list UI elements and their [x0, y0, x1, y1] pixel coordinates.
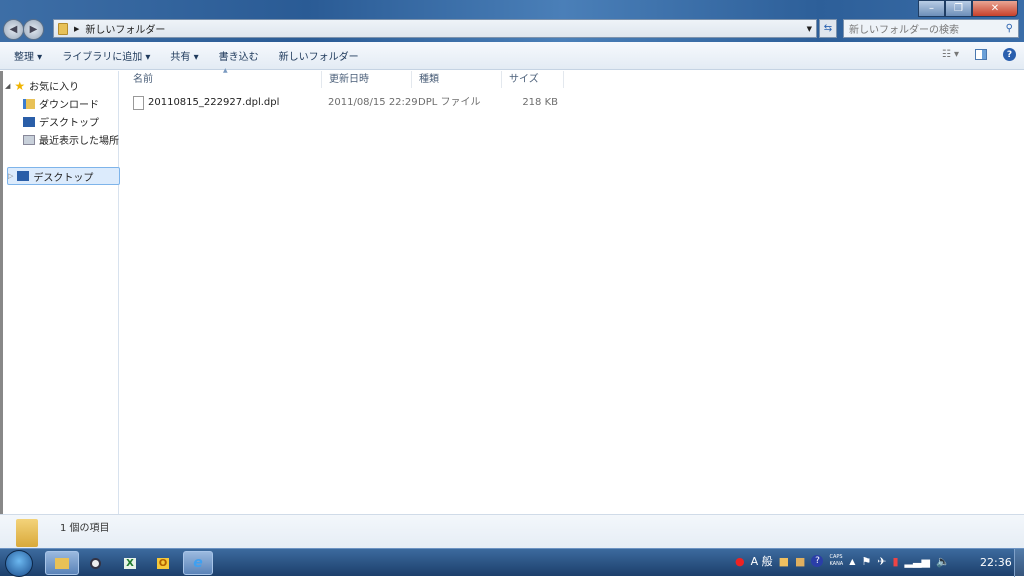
nav-label: デスクトップ — [33, 172, 94, 184]
ime-mode[interactable]: A 般 — [751, 553, 773, 569]
search-placeholder: 新しいフォルダーの検索 — [849, 25, 959, 36]
breadcrumb[interactable]: 新しいフォルダー — [85, 21, 165, 36]
burn-button[interactable]: 書き込む — [209, 48, 269, 63]
star-icon: ★ — [14, 78, 26, 93]
view-options-icon[interactable]: ☷ ▾ — [942, 49, 959, 60]
file-size: 218 KB — [522, 97, 558, 108]
file-list: ▲ 名前 更新日時 種類 サイズ 20110815_222927.dpl.dpl… — [120, 67, 1024, 514]
power-icon[interactable]: ▮ — [892, 555, 898, 568]
nav-label: ダウンロード — [39, 100, 99, 111]
title-bar: – ❐ ✕ ◀ ▶ ▶ 新しいフォルダー ▼ ⇆ 新しいフォルダーの検索 ⚲ — [0, 0, 1024, 42]
nav-label: デスクトップ — [39, 118, 99, 129]
details-pane: 1 個の項目 — [0, 514, 1024, 548]
network-signal-icon[interactable]: ▂▃▅ — [905, 555, 930, 568]
address-bar[interactable]: ▶ 新しいフォルダー ▼ — [53, 19, 817, 38]
navigation-pane: ◢ ★ お気に入り ダウンロード デスクトップ 最近表示した場所 ▷ デスクトップ — [0, 71, 120, 514]
search-icon: ⚲ — [1005, 23, 1013, 34]
volume-icon[interactable]: 🔈 — [936, 555, 950, 568]
file-name: 20110815_222927.dpl.dpl — [148, 97, 280, 108]
show-hidden-icons[interactable]: ▲ — [849, 557, 855, 566]
taskbar-excel[interactable]: X — [115, 551, 145, 575]
breadcrumb-chevron-icon: ▶ — [74, 24, 80, 33]
preview-pane-icon[interactable] — [975, 49, 987, 60]
nav-downloads[interactable]: ダウンロード — [23, 95, 99, 112]
taskbar-outlook[interactable]: O — [148, 551, 178, 575]
action-center-flag-icon[interactable]: ⚑ — [861, 555, 871, 568]
command-bar: 整理 ▾ ライブラリに追加 ▾ 共有 ▾ 書き込む 新しいフォルダー ☷ ▾ ? — [0, 42, 1024, 70]
forward-button[interactable]: ▶ — [23, 19, 44, 40]
nav-favorites[interactable]: ◢ ★ お気に入り — [5, 77, 79, 94]
folder-large-icon — [16, 519, 38, 547]
file-type: DPL ファイル — [418, 97, 481, 108]
start-button[interactable] — [5, 550, 33, 577]
show-desktop-button[interactable] — [1014, 549, 1024, 577]
taskbar-app[interactable] — [80, 551, 110, 575]
share-button[interactable]: 共有 ▾ — [160, 48, 208, 63]
ime-tools-icon[interactable]: ■ — [779, 555, 789, 568]
clock[interactable]: 22:36 — [980, 556, 1012, 569]
desktop-icon — [23, 116, 35, 127]
taskbar-ie[interactable]: e — [183, 551, 213, 575]
satellite-icon[interactable]: ✈ — [877, 555, 886, 568]
minimize-button[interactable]: – — [918, 0, 945, 17]
ime-help-icon[interactable]: ? — [811, 555, 824, 567]
nav-desktop-favorite[interactable]: デスクトップ — [23, 113, 99, 130]
address-dropdown-icon[interactable]: ▼ — [807, 25, 812, 33]
downloads-icon — [23, 98, 35, 109]
ime-dictionary-icon[interactable]: ■ — [795, 555, 805, 568]
outlook-icon: O — [156, 557, 170, 569]
app-icon — [89, 557, 101, 569]
help-icon[interactable]: ? — [1003, 48, 1016, 61]
file-icon — [133, 96, 144, 110]
excel-icon: X — [124, 557, 136, 569]
folder-icon — [58, 22, 68, 35]
desktop-icon — [17, 171, 30, 181]
search-input[interactable]: 新しいフォルダーの検索 ⚲ — [843, 19, 1019, 38]
alert-icon[interactable]: ● — [735, 555, 745, 568]
file-modified: 2011/08/15 22:29 — [328, 97, 418, 108]
explorer-icon — [55, 557, 69, 569]
expand-icon[interactable]: ▷ — [8, 172, 13, 180]
expand-icon: ◢ — [5, 81, 11, 90]
column-header-name[interactable]: 名前 — [126, 71, 322, 88]
item-count: 1 個の項目 — [60, 523, 110, 534]
nav-recent-places[interactable]: 最近表示した場所 — [23, 131, 119, 148]
caps-label: CAPS — [829, 554, 843, 560]
refresh-button[interactable]: ⇆ — [819, 19, 837, 38]
organize-button[interactable]: 整理 ▾ — [4, 48, 52, 63]
column-header-type[interactable]: 種類 — [412, 71, 502, 88]
taskbar-explorer[interactable] — [45, 551, 79, 575]
system-tray: ● A 般 ■ ■ ? CAPS KANA ▲ ⚑ ✈ ▮ ▂▃▅ 🔈 — [735, 553, 950, 569]
recent-places-icon — [23, 134, 35, 145]
nav-label: 最近表示した場所 — [39, 136, 119, 147]
new-folder-button[interactable]: 新しいフォルダー — [269, 48, 369, 63]
nav-desktop[interactable]: ▷ デスクトップ — [7, 167, 120, 185]
column-header-modified[interactable]: 更新日時 — [322, 71, 412, 88]
column-header-size[interactable]: サイズ — [502, 71, 564, 88]
taskbar: X O e ● A 般 ■ ■ ? CAPS KANA ▲ ⚑ ✈ ▮ ▂▃▅ 🔈… — [0, 548, 1024, 577]
nav-label: お気に入り — [29, 82, 80, 93]
close-button[interactable]: ✕ — [972, 0, 1018, 17]
kana-label: KANA — [829, 561, 844, 567]
maximize-button[interactable]: ❐ — [945, 0, 972, 17]
caps-kana-indicator[interactable]: CAPS KANA — [829, 554, 843, 568]
back-button[interactable]: ◀ — [3, 19, 24, 40]
add-to-library-button[interactable]: ライブラリに追加 ▾ — [52, 48, 160, 63]
ie-icon: e — [193, 555, 203, 571]
